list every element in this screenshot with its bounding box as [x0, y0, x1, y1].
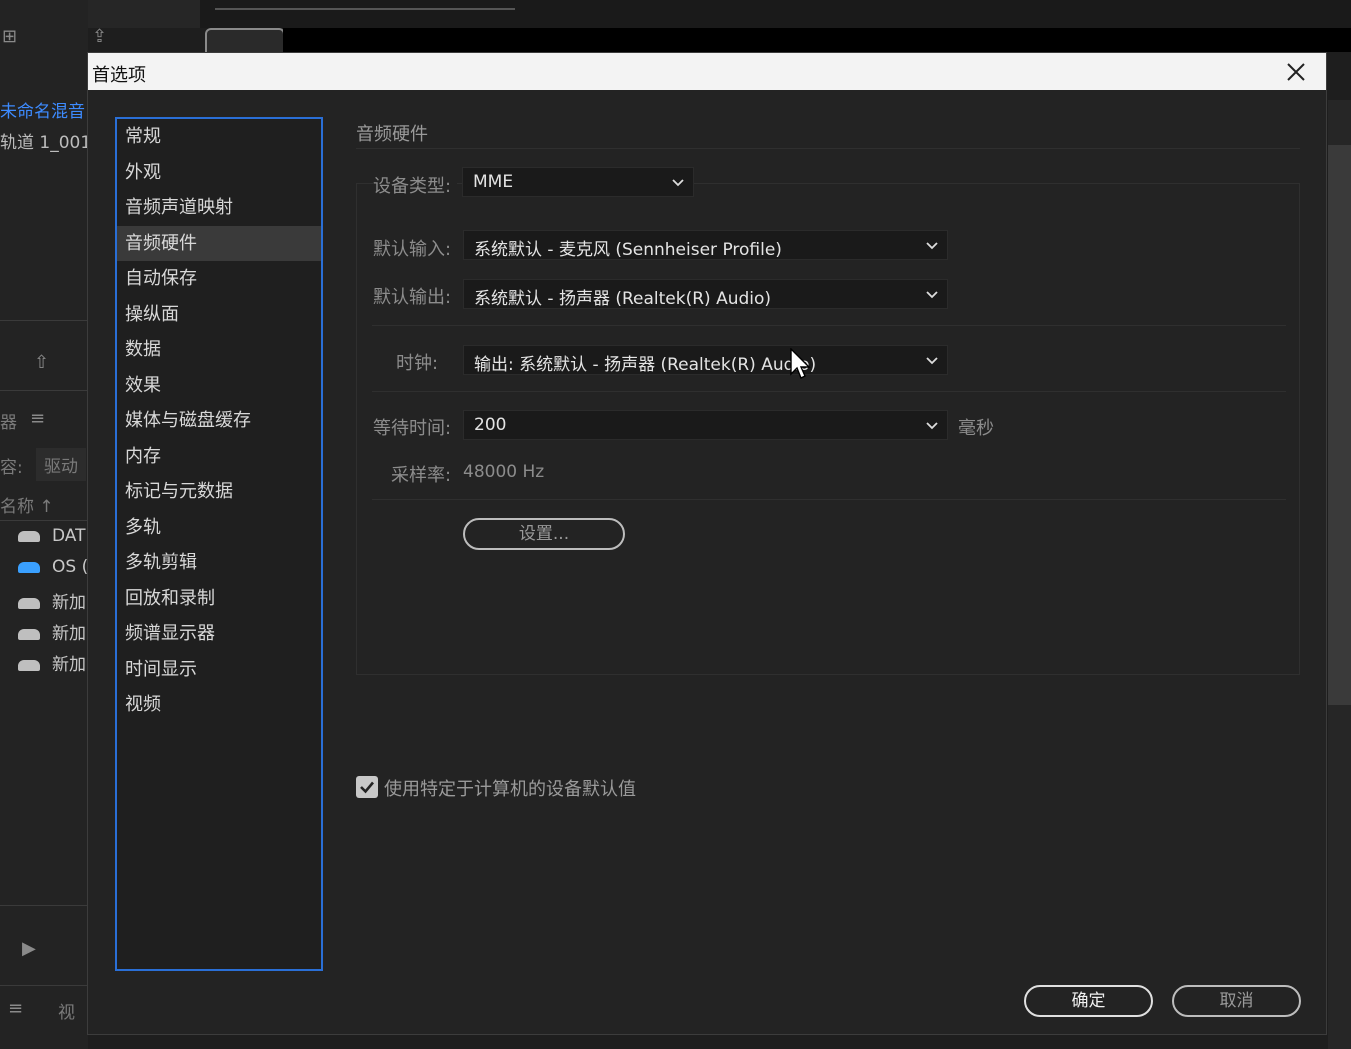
group-divider [372, 325, 1286, 326]
checkmark-icon [360, 781, 374, 794]
category-item[interactable]: 多轨剪辑 [117, 545, 321, 581]
settings-button[interactable]: 设置... [463, 518, 625, 550]
default-input-dropdown[interactable]: 系统默认 - 麦克风 (Sennheiser Profile) [463, 230, 948, 260]
cancel-button[interactable]: 取消 [1172, 985, 1301, 1017]
group-divider [372, 391, 1286, 392]
clock-dropdown[interactable]: 输出: 系统默认 - 扬声器 (Realtek(R) Audio) [463, 345, 948, 375]
chevron-down-icon [926, 357, 938, 365]
category-item[interactable]: 标记与元数据 [117, 474, 321, 510]
panel-divider [0, 520, 88, 521]
right-panel [1328, 100, 1351, 1049]
mouse-cursor-icon [790, 348, 811, 379]
default-input-label: 默认输入: [373, 239, 452, 260]
latency-dropdown[interactable]: 200 [463, 410, 948, 440]
dialog-title: 首选项 [92, 65, 146, 86]
scrollbar[interactable] [1328, 145, 1351, 705]
category-item[interactable]: 回放和录制 [117, 581, 321, 617]
category-item[interactable]: 内存 [117, 439, 321, 475]
machine-defaults-checkbox[interactable] [356, 776, 378, 798]
drive-item[interactable]: OS ( [18, 557, 88, 577]
category-item[interactable]: 媒体与磁盘缓存 [117, 403, 321, 439]
close-button[interactable] [1282, 58, 1310, 86]
category-item[interactable]: 效果 [117, 368, 321, 404]
panel-divider [0, 985, 88, 986]
sample-rate-value: 48000 Hz [463, 462, 545, 482]
drive-item[interactable]: 新加 [18, 650, 86, 675]
chevron-down-icon [672, 179, 684, 187]
panel-divider [0, 320, 88, 321]
category-item[interactable]: 自动保存 [117, 261, 321, 297]
machine-defaults-label[interactable]: 使用特定于计算机的设备默认值 [384, 775, 636, 801]
new-file-icon[interactable]: ⊞ [2, 26, 17, 47]
default-output-dropdown[interactable]: 系统默认 - 扬声器 (Realtek(R) Audio) [463, 279, 948, 309]
system-drive-icon [18, 561, 40, 573]
drive-icon [18, 659, 40, 671]
project-title[interactable]: 未命名混音 [0, 97, 85, 122]
chevron-down-icon [926, 291, 938, 299]
latency-label: 等待时间: [373, 418, 452, 439]
bottom-tab-label[interactable]: 视 [58, 998, 75, 1023]
section-title: 音频硬件 [356, 124, 428, 145]
group-divider [372, 499, 1286, 500]
name-column-header[interactable]: 名称 ↑ [0, 492, 54, 517]
drive-icon [18, 597, 40, 609]
category-item[interactable]: 时间显示 [117, 652, 321, 688]
device-type-label: 设备类型: [373, 172, 458, 198]
drive-item[interactable]: 新加 [18, 619, 86, 644]
section-divider [356, 148, 1300, 149]
timeline-ruler [283, 28, 1351, 52]
category-item[interactable]: 视频 [117, 687, 321, 723]
app-top-bar [0, 0, 1351, 56]
play-icon[interactable]: ▶ [22, 938, 36, 959]
drive-item[interactable]: DAT [18, 526, 86, 546]
drive-icon [18, 530, 40, 542]
chevron-down-icon [926, 242, 938, 250]
category-item[interactable]: 外观 [117, 155, 321, 191]
category-item[interactable]: 常规 [117, 119, 321, 155]
close-icon [1287, 63, 1305, 81]
drive-item[interactable]: 新加 [18, 588, 86, 613]
category-item[interactable]: 音频硬件 [117, 225, 321, 261]
files-panel: ⊞ ⇪ 未命名混音 轨道 1_001. ⇧ 器 ≡ 容: 驱动 名称 ↑ DAT… [0, 0, 107, 1049]
latency-unit: 毫秒 [958, 418, 994, 439]
category-item[interactable]: 操纵面 [117, 297, 321, 333]
drive-icon [18, 628, 40, 640]
clock-label: 时钟: [396, 353, 439, 374]
timeline-strip [200, 0, 1351, 28]
category-list[interactable]: 常规 外观 音频声道映射 音频硬件 自动保存 操纵面 数据 效果 媒体与磁盘缓存 内存 标记与元数据… [115, 117, 323, 971]
default-output-label: 默认输出: [373, 287, 452, 308]
sample-rate-label: 采样率: [391, 465, 452, 486]
export-icon[interactable]: ⇧ [34, 352, 49, 373]
track-item[interactable]: 轨道 1_001. [0, 128, 97, 153]
panel-divider [0, 905, 88, 906]
tab-indicator [215, 8, 515, 10]
panel-divider [0, 390, 88, 391]
menu-icon[interactable]: ≡ [30, 408, 45, 429]
dialog-titlebar[interactable]: 首选项 [88, 53, 1326, 90]
category-item[interactable]: 多轨 [117, 510, 321, 546]
category-item[interactable]: 音频声道映射 [117, 190, 321, 226]
preferences-dialog: 首选项 常规 外观 音频声道映射 音频硬件 自动保存 操纵面 数据 效果 媒体与磁盘缓存 内存 标记… [87, 52, 1327, 1035]
filter-label: 容: [0, 458, 23, 478]
ok-button[interactable]: 确定 [1024, 985, 1153, 1017]
filter-dropdown[interactable]: 驱动 [36, 448, 86, 481]
device-type-dropdown[interactable]: MME [462, 167, 694, 197]
chevron-down-icon [926, 422, 938, 430]
menu-icon[interactable]: ≡ [8, 998, 23, 1019]
category-item[interactable]: 频谱显示器 [117, 616, 321, 652]
panel-tab-label[interactable]: 器 [0, 408, 17, 433]
import-icon[interactable]: ⇪ [92, 26, 107, 47]
category-item[interactable]: 数据 [117, 332, 321, 368]
